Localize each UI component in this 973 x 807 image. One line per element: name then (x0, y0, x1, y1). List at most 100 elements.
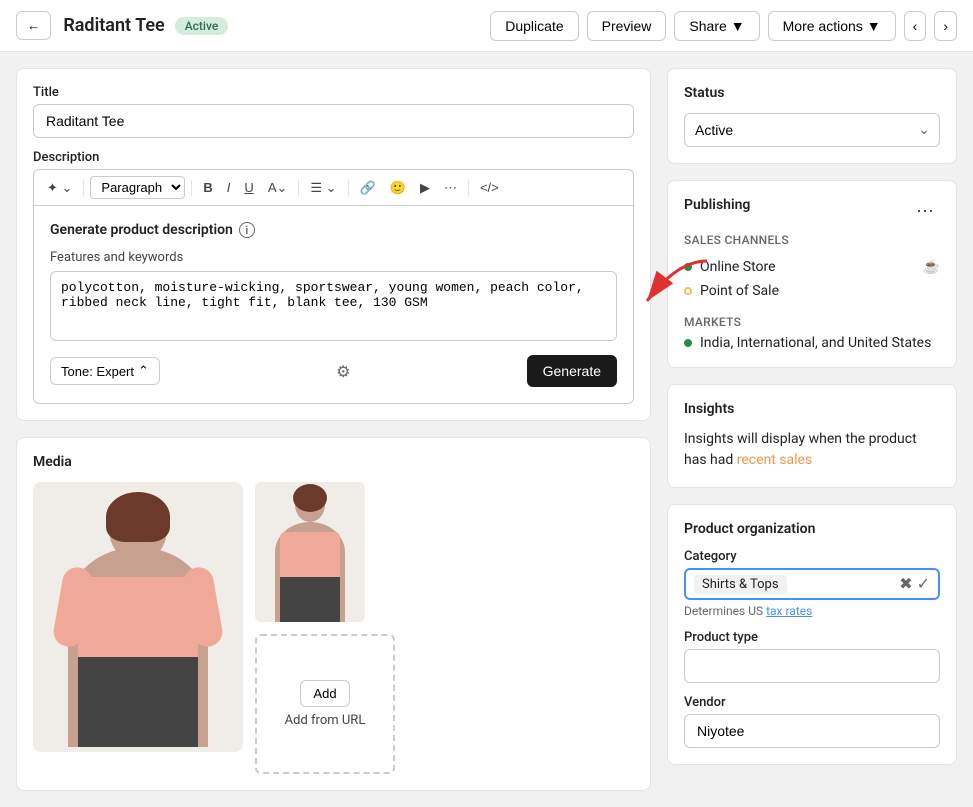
color-button[interactable]: A⌄ (263, 177, 293, 199)
media-card: Media (16, 437, 651, 791)
status-badge: Active (175, 17, 229, 35)
title-description-card: Title Description ✦ ⌄ Paragraph B I U A⌄… (16, 68, 651, 421)
product-thumbnail (255, 482, 365, 622)
publishing-header: Publishing ⋯ (684, 197, 940, 225)
add-url-label: Add from URL (285, 713, 366, 728)
generate-title: Generate product description i (50, 222, 617, 238)
insights-link: recent sales (737, 452, 812, 468)
sales-channels-label: Sales channels (684, 233, 940, 247)
category-tag: Shirts & Tops (694, 575, 787, 594)
prev-nav-button[interactable]: ‹ (904, 11, 927, 41)
back-button[interactable]: ← (16, 11, 51, 40)
chevron-up-icon: ⌃ (138, 363, 149, 379)
paragraph-select[interactable]: Paragraph (90, 176, 185, 199)
vendor-label: Vendor (684, 695, 940, 710)
preview-button[interactable]: Preview (587, 11, 667, 41)
add-button[interactable]: Add (300, 680, 349, 707)
add-media-area[interactable]: Add Add from URL (255, 634, 395, 774)
insights-card: Insights Insights will display when the … (667, 384, 957, 488)
media-grid: Add Add from URL (33, 482, 634, 774)
category-section: Category Shirts & Tops ✖ ✓ Determines US… (684, 549, 940, 618)
header: ← Raditant Tee Active Duplicate Preview … (0, 0, 973, 52)
channel-item-pos: Point of Sale (684, 279, 940, 303)
insights-title: Insights (684, 401, 940, 417)
generate-footer: Tone: Expert ⌃ ⚙ Generate (50, 355, 617, 387)
accept-category-button[interactable]: ✓ (917, 574, 930, 594)
tax-info: Determines US tax rates (684, 604, 940, 618)
main-product-image (33, 482, 243, 752)
page-title: Raditant Tee (63, 15, 164, 36)
title-input[interactable] (33, 104, 634, 138)
underline-button[interactable]: U (239, 177, 258, 198)
status-card: Status Active Draft Archived (667, 68, 957, 164)
share-button[interactable]: Share ▼ (674, 11, 759, 41)
product-organization-card: Product organization Category Shirts & T… (667, 504, 957, 765)
left-column: Title Description ✦ ⌄ Paragraph B I U A⌄… (16, 68, 651, 791)
tax-rates-link[interactable]: tax rates (766, 604, 812, 618)
status-select-wrapper: Active Draft Archived (684, 113, 940, 147)
tone-button[interactable]: Tone: Expert ⌃ (50, 357, 160, 385)
channel-item-online-store: Online Store ☕ (684, 255, 940, 279)
insights-text: Insights will display when the product h… (684, 429, 940, 471)
divider (298, 180, 299, 196)
media-title: Media (33, 454, 634, 470)
category-input[interactable]: Shirts & Tops ✖ ✓ (684, 568, 940, 600)
inactive-dot-icon (684, 287, 692, 295)
code-button[interactable]: </> (475, 177, 504, 198)
clear-category-button[interactable]: ✖ (899, 574, 912, 594)
market-item: India, International, and United States (684, 335, 940, 351)
status-title: Status (684, 85, 940, 101)
features-input-container: polycotton, moisture-wicking, sportswear… (50, 271, 617, 345)
align-button[interactable]: ☰ ⌄ (305, 177, 341, 199)
ai-icon-button[interactable]: ✦ ⌄ (42, 177, 77, 199)
features-label: Features and keywords (50, 250, 617, 265)
duplicate-button[interactable]: Duplicate (490, 11, 578, 41)
channel-name: Online Store (700, 259, 776, 275)
markets-label: Markets (684, 315, 940, 329)
status-select[interactable]: Active Draft Archived (684, 113, 940, 147)
channel-settings-icon[interactable]: ☕ (923, 259, 940, 275)
category-icons: ✖ ✓ (899, 574, 930, 594)
next-nav-button[interactable]: › (934, 11, 957, 41)
italic-button[interactable]: I (222, 177, 236, 198)
active-dot-icon (684, 263, 692, 271)
more-format-button[interactable]: ⋯ (439, 177, 462, 199)
vendor-section: Vendor (684, 695, 940, 748)
divider (348, 180, 349, 196)
title-label: Title (33, 85, 634, 100)
product-type-label: Product type (684, 630, 940, 645)
emoji-button[interactable]: 🙂 (385, 177, 411, 199)
publishing-card: Publishing ⋯ Sales channels Online Store… (667, 180, 957, 368)
back-arrow-icon: ← (27, 18, 40, 33)
features-textarea[interactable]: polycotton, moisture-wicking, sportswear… (50, 271, 617, 341)
generate-popup: Generate product description i Features … (33, 205, 634, 404)
media-secondary: Add Add from URL (255, 482, 395, 774)
chevron-down-icon: ▼ (867, 18, 881, 34)
right-column: Status Active Draft Archived Publishing … (667, 68, 957, 791)
main-layout: Title Description ✦ ⌄ Paragraph B I U A⌄… (0, 52, 973, 807)
link-button[interactable]: 🔗 (355, 177, 381, 199)
category-label: Category (684, 549, 940, 564)
more-actions-button[interactable]: More actions ▼ (768, 11, 896, 41)
org-title: Product organization (684, 521, 940, 537)
info-icon: i (239, 222, 255, 238)
market-name: India, International, and United States (700, 335, 931, 351)
header-actions: Duplicate Preview Share ▼ More actions ▼… (490, 11, 957, 41)
publishing-title: Publishing (684, 197, 750, 213)
divider (191, 180, 192, 196)
publishing-more-button[interactable]: ⋯ (910, 199, 940, 224)
divider (83, 180, 84, 196)
bold-button[interactable]: B (198, 177, 217, 198)
channel-name: Point of Sale (700, 283, 779, 299)
active-dot-icon (684, 339, 692, 347)
product-type-input[interactable] (684, 649, 940, 683)
settings-icon: ⚙ (336, 362, 350, 381)
vendor-input[interactable] (684, 714, 940, 748)
chevron-down-icon: ▼ (731, 18, 745, 34)
media-button[interactable]: ▶ (415, 177, 435, 199)
editor-toolbar: ✦ ⌄ Paragraph B I U A⌄ ☰ ⌄ 🔗 🙂 ▶ ⋯ </> (33, 169, 634, 205)
description-label: Description (33, 150, 634, 165)
divider (468, 180, 469, 196)
product-type-section: Product type (684, 630, 940, 683)
generate-button[interactable]: Generate (527, 355, 617, 387)
